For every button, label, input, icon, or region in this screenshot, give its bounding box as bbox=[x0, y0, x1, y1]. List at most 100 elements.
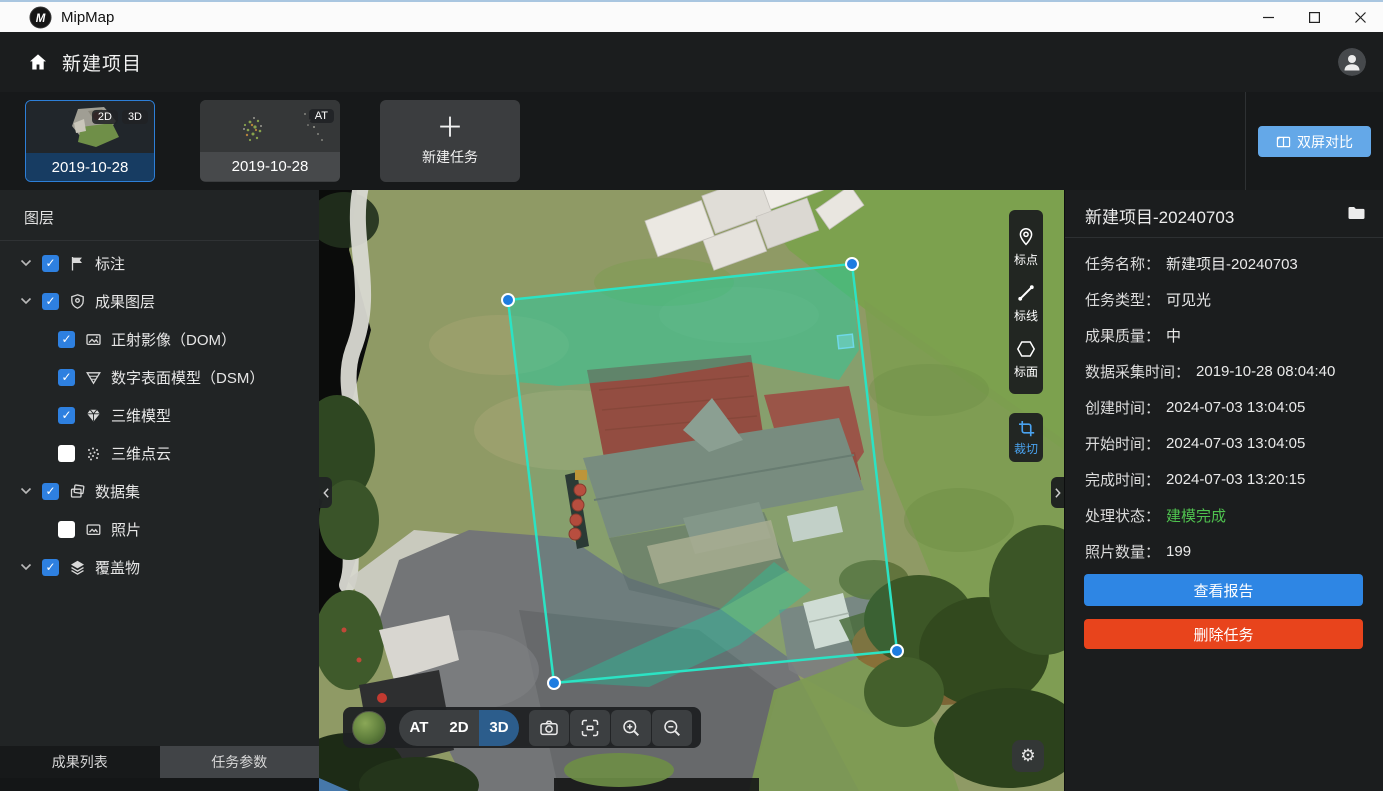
map-viewport[interactable]: 标点 标线 标面 bbox=[319, 190, 1064, 791]
delete-task-button[interactable]: 删除任务 bbox=[1084, 619, 1363, 649]
view-mode-at[interactable]: AT bbox=[399, 710, 439, 746]
detail-capture-time: 数据采集时间：2019-10-28 08:04:40 bbox=[1085, 353, 1369, 389]
vertex-handle[interactable] bbox=[891, 645, 903, 657]
map-bottom-toolbar: AT 2D 3D bbox=[343, 707, 701, 748]
vertex-handle[interactable] bbox=[548, 677, 560, 689]
chevron-down-icon[interactable] bbox=[20, 563, 32, 571]
fit-view-button[interactable] bbox=[570, 710, 610, 746]
minimize-button[interactable] bbox=[1245, 2, 1291, 32]
polygon-icon bbox=[1015, 338, 1037, 360]
task-card-at[interactable]: AT 2019-10-28 bbox=[200, 100, 340, 182]
layer-checkbox[interactable] bbox=[58, 521, 75, 538]
mark-line-tool[interactable]: 标线 bbox=[1014, 275, 1038, 331]
task-details-title: 新建项目-20240703 bbox=[1085, 203, 1234, 228]
layers-icon bbox=[69, 559, 86, 576]
mark-area-tool[interactable]: 标面 bbox=[1014, 331, 1038, 387]
layer-checkbox[interactable] bbox=[58, 331, 75, 348]
crop-tool-button[interactable]: 裁切 bbox=[1009, 413, 1043, 462]
layers-sidebar: 图层 标注 bbox=[0, 190, 319, 791]
view-mode-2d[interactable]: 2D bbox=[439, 710, 479, 746]
fit-frame-icon bbox=[579, 717, 601, 739]
window-controls bbox=[1245, 2, 1383, 32]
layer-checkbox[interactable] bbox=[58, 445, 75, 462]
folder-icon[interactable] bbox=[1347, 204, 1366, 221]
task-thumbnail: 2D 3D bbox=[26, 101, 154, 153]
chevron-down-icon[interactable] bbox=[20, 297, 32, 305]
gear-icon: ⚙ bbox=[1020, 746, 1035, 766]
view-report-button[interactable]: 查看报告 bbox=[1084, 574, 1363, 606]
layer-item-dataset[interactable]: 数据集 bbox=[0, 472, 319, 510]
vertex-handle[interactable] bbox=[846, 258, 858, 270]
new-task-button[interactable]: ＋ 新建任务 bbox=[380, 100, 520, 182]
chevron-down-icon[interactable] bbox=[20, 259, 32, 267]
detail-create-time: 创建时间：2024-07-03 13:04:05 bbox=[1085, 389, 1369, 425]
task-thumbnail: AT bbox=[200, 100, 340, 152]
close-button[interactable] bbox=[1337, 2, 1383, 32]
layer-tree: 标注 成果图层 bbox=[0, 244, 319, 586]
task-card-2d3d[interactable]: 2D 3D 2019-10-28 bbox=[25, 100, 155, 182]
chevron-right-icon bbox=[1054, 487, 1062, 499]
layer-label: 三维点云 bbox=[111, 443, 171, 464]
map-3d-scene[interactable] bbox=[319, 190, 1064, 791]
detail-task-name: 任务名称：新建项目-20240703 bbox=[1085, 245, 1369, 281]
layer-item-annotations[interactable]: 标注 bbox=[0, 244, 319, 282]
layer-item-3d-pointcloud[interactable]: 三维点云 bbox=[0, 434, 319, 472]
badge-icon bbox=[69, 293, 86, 310]
view-mode-group: AT 2D 3D bbox=[399, 710, 519, 746]
chevron-down-icon[interactable] bbox=[20, 487, 32, 495]
layer-item-result-layers[interactable]: 成果图层 bbox=[0, 282, 319, 320]
map-settings-button[interactable]: ⚙ bbox=[1012, 740, 1044, 772]
detail-result-quality: 成果质量：中 bbox=[1085, 317, 1369, 353]
area-marker-square[interactable] bbox=[837, 334, 853, 348]
layer-checkbox[interactable] bbox=[58, 369, 75, 386]
detail-photo-count: 照片数量：199 bbox=[1085, 533, 1369, 569]
layer-label: 覆盖物 bbox=[95, 557, 140, 578]
map-preview-thumbnail[interactable] bbox=[352, 711, 386, 745]
task-details-panel: 新建项目-20240703 任务名称：新建项目-20240703 任务类型：可见… bbox=[1064, 190, 1383, 791]
compare-button-label: 双屏对比 bbox=[1297, 132, 1353, 152]
detail-process-status: 处理状态：建模完成 bbox=[1085, 497, 1369, 533]
mark-point-tool[interactable]: 标点 bbox=[1014, 219, 1038, 275]
gem-icon bbox=[85, 407, 102, 424]
sidebar-tabs: 成果列表 任务参数 bbox=[0, 746, 319, 778]
screenshot-button[interactable] bbox=[529, 710, 569, 746]
collapse-sidebar-handle[interactable] bbox=[319, 477, 332, 508]
app-header: 新建项目 bbox=[0, 32, 1383, 92]
line-icon bbox=[1015, 282, 1037, 304]
maximize-button[interactable] bbox=[1291, 2, 1337, 32]
layer-checkbox[interactable] bbox=[42, 559, 59, 576]
layer-label: 三维模型 bbox=[111, 405, 171, 426]
detail-finish-time: 完成时间：2024-07-03 13:20:15 bbox=[1085, 461, 1369, 497]
layer-item-overlays[interactable]: 覆盖物 bbox=[0, 548, 319, 586]
badge-2d: 2D bbox=[92, 110, 118, 124]
divider bbox=[1065, 237, 1383, 238]
tab-results-list[interactable]: 成果列表 bbox=[0, 746, 160, 778]
user-avatar[interactable] bbox=[1338, 48, 1366, 76]
layer-checkbox[interactable] bbox=[42, 293, 59, 310]
layer-item-photos[interactable]: 照片 bbox=[0, 510, 319, 548]
layer-checkbox[interactable] bbox=[42, 255, 59, 272]
split-screen-icon bbox=[1276, 135, 1291, 149]
photo-icon bbox=[85, 521, 102, 538]
home-icon[interactable] bbox=[28, 52, 48, 72]
dual-screen-compare-button[interactable]: 双屏对比 bbox=[1258, 126, 1371, 157]
tab-task-params[interactable]: 任务参数 bbox=[160, 746, 320, 778]
layer-label: 正射影像（DOM） bbox=[111, 329, 236, 350]
layer-item-3d-model[interactable]: 三维模型 bbox=[0, 396, 319, 434]
layer-checkbox[interactable] bbox=[58, 407, 75, 424]
view-mode-3d[interactable]: 3D bbox=[479, 710, 519, 746]
vertex-handle[interactable] bbox=[502, 294, 514, 306]
layer-label: 数据集 bbox=[95, 481, 140, 502]
zoom-out-button[interactable] bbox=[652, 710, 692, 746]
layer-checkbox[interactable] bbox=[42, 483, 59, 500]
zoom-in-button[interactable] bbox=[611, 710, 651, 746]
layer-item-dom[interactable]: 正射影像（DOM） bbox=[0, 320, 319, 358]
pointcloud-icon bbox=[85, 445, 102, 462]
layer-label: 标注 bbox=[95, 253, 125, 274]
layer-item-dsm[interactable]: 数字表面模型（DSM） bbox=[0, 358, 319, 396]
collapse-details-handle[interactable] bbox=[1051, 477, 1064, 508]
badge-at: AT bbox=[309, 109, 334, 123]
image-icon bbox=[85, 331, 102, 348]
app-window: M MipMap 新建项目 bbox=[0, 0, 1383, 791]
crop-selection-polygon[interactable] bbox=[508, 264, 897, 683]
